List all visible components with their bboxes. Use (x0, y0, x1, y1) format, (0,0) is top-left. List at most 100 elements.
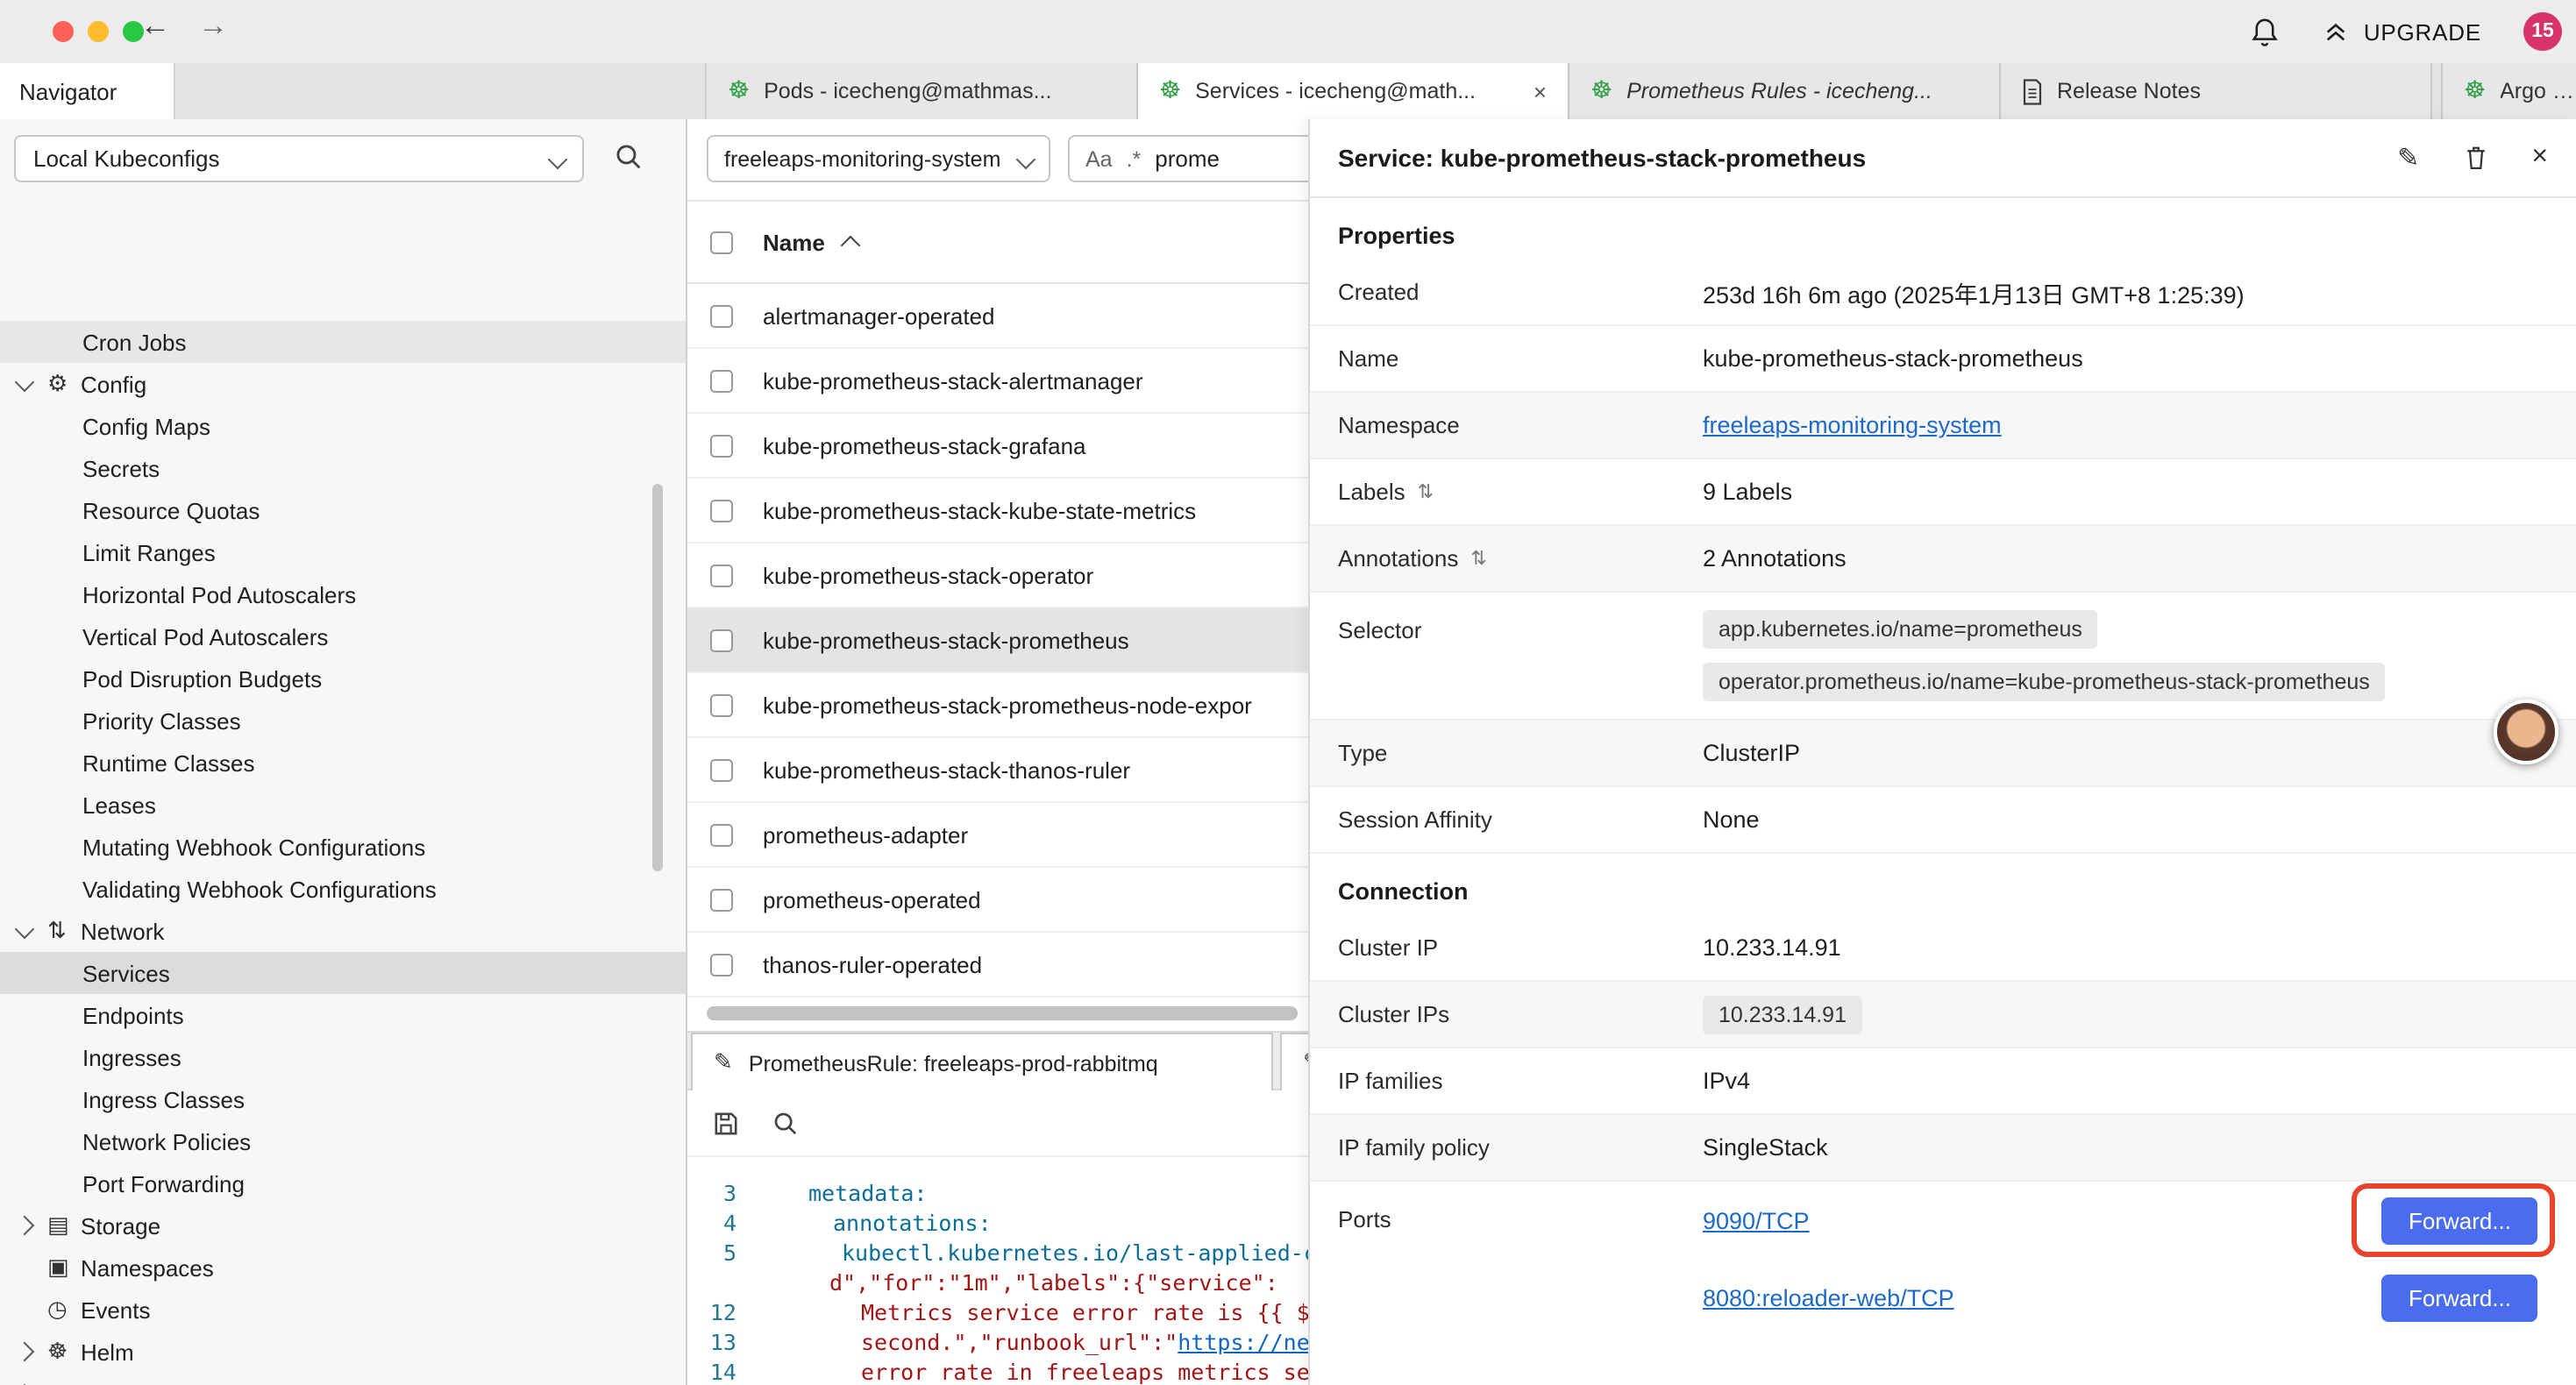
tab-release-notes[interactable]: Release Notes (2001, 63, 2432, 119)
sidebar-item-leases[interactable]: Leases (0, 784, 686, 826)
sidebar-item-services[interactable]: Services (0, 952, 686, 994)
sidebar-item-pod-disruption-budgets[interactable]: Pod Disruption Budgets (0, 657, 686, 700)
chevron-down-icon[interactable] (18, 380, 47, 388)
namespace-link[interactable]: freeleaps-monitoring-system (1703, 412, 2002, 438)
row-checkbox[interactable] (710, 434, 733, 457)
row-checkbox[interactable] (710, 888, 733, 911)
row-checkbox[interactable] (710, 758, 733, 781)
line-number: 14 (687, 1357, 758, 1385)
select-all-checkbox[interactable] (710, 231, 733, 253)
property-label: Name (1338, 345, 1703, 372)
property-row-ip-families: IP families IPv4 (1310, 1048, 2576, 1115)
expand-toggle-icon[interactable]: ⇅ (1418, 480, 1434, 503)
section-heading-properties: Properties (1310, 223, 2576, 249)
match-case-toggle[interactable]: Aa (1085, 146, 1113, 171)
service-name: alertmanager-operated (763, 302, 995, 329)
kubeconfig-select[interactable]: Local Kubeconfigs (14, 135, 584, 182)
row-checkbox[interactable] (710, 953, 733, 976)
pencil-icon: ✎ (714, 1050, 733, 1076)
port-line: 9090/TCP Forward... (1703, 1182, 2548, 1259)
notification-count-badge[interactable]: 15 (2523, 12, 2562, 51)
notifications-bell-icon[interactable] (2250, 15, 2280, 48)
chevron-down-icon[interactable] (18, 927, 47, 935)
forward-button[interactable]: → (198, 9, 228, 44)
edit-icon[interactable]: ✎ (2397, 145, 2419, 171)
chevron-right-icon[interactable] (18, 1345, 47, 1359)
sort-ascending-icon[interactable] (842, 236, 862, 256)
row-checkbox[interactable] (710, 823, 733, 846)
sidebar-item-helm[interactable]: ☸ Helm (0, 1331, 686, 1373)
close-window-button[interactable] (53, 21, 74, 42)
editor-search-icon[interactable] (772, 1109, 800, 1137)
sidebar-item-secrets[interactable]: Secrets (0, 447, 686, 489)
name-column-header[interactable]: Name (763, 229, 825, 255)
tab-prometheus-rules[interactable]: ☸ Prometheus Rules - icecheng... (1569, 63, 2001, 119)
sidebar-item-vertical-pod-autoscalers[interactable]: Vertical Pod Autoscalers (0, 615, 686, 657)
port-link[interactable]: 9090/TCP (1703, 1207, 1810, 1233)
property-row-cluster-ip: Cluster IP 10.233.14.91 (1310, 915, 2576, 982)
property-value: None (1703, 806, 1760, 833)
horizontal-scrollbar-thumb[interactable] (707, 1006, 1298, 1020)
forward-port-button[interactable]: Forward... (2382, 1274, 2537, 1321)
expand-toggle-icon[interactable]: ⇅ (1470, 547, 1486, 570)
sidebar-item-runtime-classes[interactable]: Runtime Classes (0, 742, 686, 784)
service-name: kube-prometheus-stack-kube-state-metrics (763, 497, 1196, 523)
delete-icon[interactable] (2463, 144, 2487, 172)
kubernetes-icon: ☸ (728, 77, 750, 105)
close-tab-icon[interactable]: × (1534, 78, 1547, 104)
sidebar-item-limit-ranges[interactable]: Limit Ranges (0, 531, 686, 573)
property-label: Type (1338, 740, 1703, 766)
sidebar-item-access-control[interactable]: Access Control (0, 1373, 686, 1385)
row-checkbox[interactable] (710, 369, 733, 392)
port-link[interactable]: 8080:reloader-web/TCP (1703, 1284, 1954, 1310)
sidebar-item-storage[interactable]: ▤ Storage (0, 1204, 686, 1246)
row-checkbox[interactable] (710, 564, 733, 586)
sidebar-item-network-policies[interactable]: Network Policies (0, 1120, 686, 1162)
kubernetes-icon: ☸ (2464, 77, 2486, 105)
forward-port-button[interactable]: Forward... (2382, 1197, 2537, 1244)
minimize-window-button[interactable] (88, 21, 109, 42)
sidebar-item-ingress-classes[interactable]: Ingress Classes (0, 1078, 686, 1120)
property-row-name: Name kube-prometheus-stack-prometheus (1310, 326, 2576, 393)
sidebar-item-config[interactable]: ⚙ Config (0, 363, 686, 405)
tab-argo[interactable]: ☸ Argo Se (2441, 63, 2576, 119)
property-label: Session Affinity (1338, 806, 1703, 833)
save-icon[interactable] (712, 1109, 740, 1137)
tab-services[interactable]: ☸ Services - icecheng@math... × (1138, 63, 1569, 119)
sidebar-item-ingresses[interactable]: Ingresses (0, 1036, 686, 1078)
sidebar-search-icon[interactable] (614, 142, 644, 177)
sidebar-item-cron-jobs[interactable]: Cron Jobs (0, 321, 686, 363)
upgrade-button[interactable]: UPGRADE (2322, 18, 2481, 46)
sidebar-item-config-maps[interactable]: Config Maps (0, 405, 686, 447)
row-checkbox[interactable] (710, 499, 733, 522)
tab-pods[interactable]: ☸ Pods - icecheng@mathmas... (707, 63, 1138, 119)
dock-tab-prometheusrule[interactable]: ✎ PrometheusRule: freeleaps-prod-rabbitm… (691, 1033, 1273, 1092)
sidebar-scrollbar-thumb[interactable] (652, 484, 663, 871)
sidebar-item-validating-webhook-configurations[interactable]: Validating Webhook Configurations (0, 868, 686, 910)
back-button[interactable]: ← (140, 9, 170, 44)
regex-toggle[interactable]: .* (1127, 146, 1142, 171)
namespace-filter-select[interactable]: freeleaps-monitoring-system (707, 135, 1050, 182)
property-row-ports: Ports 9090/TCP Forward... 8080:reloader-… (1310, 1182, 2576, 1336)
sidebar-item-namespaces[interactable]: ▣ Namespaces (0, 1246, 686, 1289)
row-checkbox[interactable] (710, 304, 733, 327)
sidebar-item-horizontal-pod-autoscalers[interactable]: Horizontal Pod Autoscalers (0, 573, 686, 615)
sidebar-item-network[interactable]: ⇅ Network (0, 910, 686, 952)
row-checkbox[interactable] (710, 693, 733, 716)
property-value: 10.233.14.91 (1703, 934, 1841, 961)
row-checkbox[interactable] (710, 629, 733, 651)
sidebar-item-priority-classes[interactable]: Priority Classes (0, 700, 686, 742)
sidebar-item-resource-quotas[interactable]: Resource Quotas (0, 489, 686, 531)
sidebar-item-events[interactable]: ◷ Events (0, 1289, 686, 1331)
user-avatar[interactable] (2494, 700, 2558, 764)
chevron-right-icon[interactable] (18, 1218, 47, 1232)
sidebar-item-endpoints[interactable]: Endpoints (0, 994, 686, 1036)
tab-navigator[interactable]: Navigator (0, 63, 175, 119)
sidebar-item-port-forwarding[interactable]: Port Forwarding (0, 1162, 686, 1204)
close-icon[interactable]: × (2531, 144, 2548, 172)
titlebar-right: UPGRADE 15 (2250, 0, 2562, 63)
property-value: 2 Annotations (1703, 545, 1847, 572)
titlebar: ← → UPGRADE 15 (0, 0, 2576, 63)
document-icon (2022, 78, 2043, 104)
sidebar-item-mutating-webhook-configurations[interactable]: Mutating Webhook Configurations (0, 826, 686, 868)
